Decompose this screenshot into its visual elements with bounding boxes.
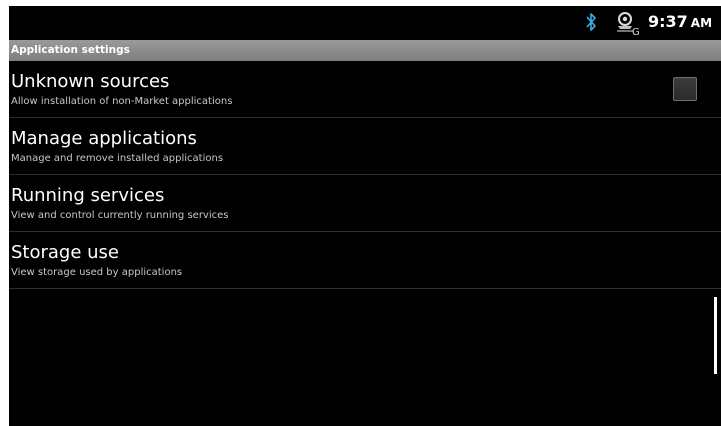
- setting-summary: View storage used by applications: [11, 267, 183, 278]
- setting-running-services[interactable]: Running services View and control curren…: [9, 175, 721, 232]
- setting-summary: View and control currently running servi…: [11, 210, 229, 221]
- setting-title: Storage use: [11, 242, 120, 263]
- settings-list: Unknown sources Allow installation of no…: [9, 61, 721, 289]
- clock: 9:37 AM: [648, 12, 712, 33]
- unknown-sources-checkbox[interactable]: [673, 77, 697, 101]
- setting-title: Manage applications: [11, 128, 197, 149]
- clock-ampm: AM: [690, 16, 713, 30]
- bluetooth-icon: [586, 13, 596, 31]
- setting-manage-applications[interactable]: Manage applications Manage and remove in…: [9, 118, 721, 175]
- setting-unknown-sources[interactable]: Unknown sources Allow installation of no…: [9, 61, 721, 118]
- svg-text:G: G: [632, 27, 640, 36]
- android-screen: G 9:37 AM Application settings Unknown so…: [9, 6, 721, 426]
- setting-title: Unknown sources: [11, 71, 170, 92]
- section-header: Application settings: [9, 40, 721, 61]
- screen-edge-artifact: [714, 297, 717, 374]
- clock-time: 9:37: [648, 12, 688, 31]
- setting-summary: Allow installation of non-Market applica…: [11, 96, 233, 107]
- setting-summary: Manage and remove installed applications: [11, 153, 224, 164]
- setting-title: Running services: [11, 185, 165, 206]
- setting-storage-use[interactable]: Storage use View storage used by applica…: [9, 232, 721, 289]
- gps-icon: G: [617, 12, 640, 36]
- status-bar: G 9:37 AM: [9, 6, 721, 40]
